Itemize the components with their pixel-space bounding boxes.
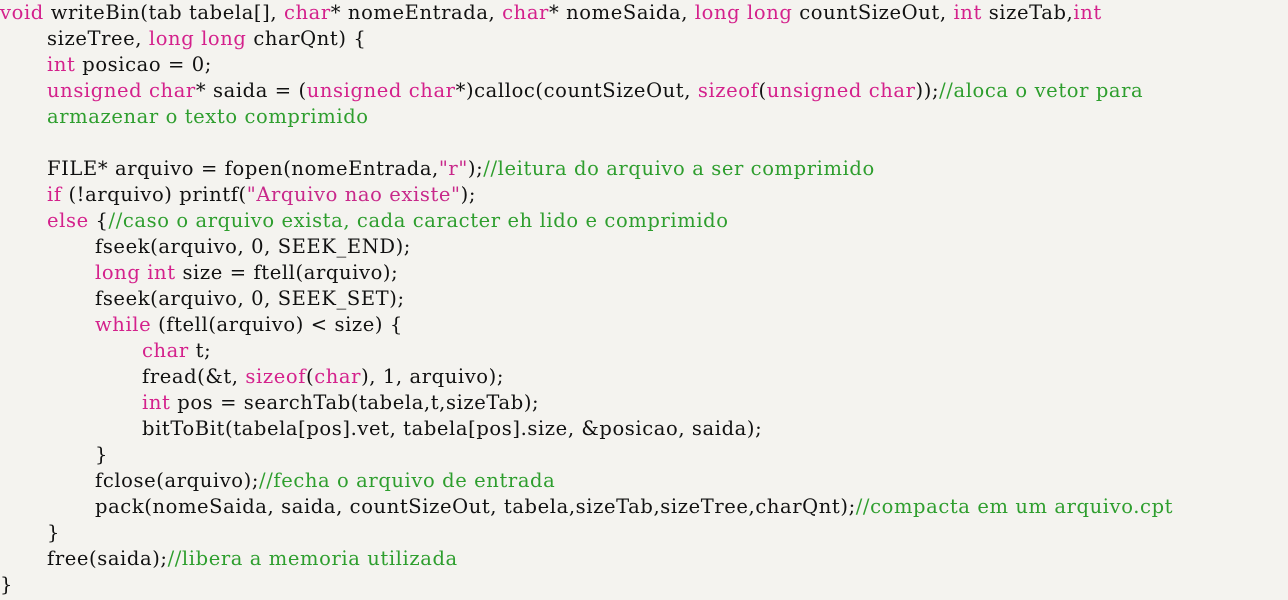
keyword-token: sizeof <box>245 365 307 388</box>
code-line: FILE* arquivo = fopen(nomeEntrada,"r");/… <box>47 156 875 182</box>
keyword-token: char <box>283 1 331 24</box>
keyword-token: int <box>47 53 76 76</box>
code-token: size = ftell(arquivo); <box>175 261 399 284</box>
code-token: countSizeOut, <box>792 1 954 24</box>
code-token: (ftell(arquivo) < size) { <box>151 313 403 336</box>
code-token: posicao = 0; <box>75 53 212 76</box>
code-line: } <box>47 520 60 546</box>
code-line: else {//caso o arquivo exista, cada cara… <box>47 208 729 234</box>
code-line: fseek(arquivo, 0, SEEK_END); <box>95 234 411 260</box>
code-token: *)calloc(countSizeOut, <box>455 79 698 102</box>
code-token: t; <box>188 339 212 362</box>
comment-token: //fecha o arquivo de entrada <box>259 469 556 492</box>
keyword-token: char <box>314 365 362 388</box>
code-token: * nomeSaida, <box>548 1 695 24</box>
code-line: void writeBin(tab tabela[], char* nomeEn… <box>0 0 1102 26</box>
code-token: charQnt) { <box>246 27 367 50</box>
code-line: long int size = ftell(arquivo); <box>95 260 398 286</box>
keyword-token: unsigned char <box>47 79 196 102</box>
code-token: (!arquivo) printf( <box>61 183 247 206</box>
code-token: )); <box>915 79 940 102</box>
code-token: } <box>95 443 109 466</box>
keyword-token: sizeof <box>697 79 759 102</box>
code-line: int posicao = 0; <box>47 52 212 78</box>
keyword-token: unsigned char <box>306 79 456 102</box>
code-token: ), 1, arquivo); <box>361 365 505 388</box>
keyword-token: long int <box>95 261 176 284</box>
keyword-token: if <box>47 183 62 206</box>
code-token: fclose(arquivo); <box>95 469 260 492</box>
keyword-token: else <box>47 209 89 232</box>
code-token: sizeTab, <box>981 1 1074 24</box>
keyword-token: while <box>95 313 152 336</box>
keyword-token: unsigned char <box>766 79 916 102</box>
code-token: pack(nomeSaida, saida, countSizeOut, tab… <box>95 495 856 518</box>
code-token: } <box>0 573 14 596</box>
code-token: fseek(arquivo, 0, SEEK_END); <box>95 235 411 258</box>
code-token: } <box>47 521 61 544</box>
code-token: free(saida); <box>47 547 168 570</box>
code-token: ); <box>467 157 484 180</box>
code-line: char t; <box>142 338 211 364</box>
keyword-token: int <box>1073 1 1102 24</box>
keyword-token: void <box>0 1 44 24</box>
code-token: ( <box>758 79 767 102</box>
comment-token: //leitura do arquivo a ser comprimido <box>483 157 875 180</box>
comment-token: //libera a memoria utilizada <box>167 547 458 570</box>
code-line: int pos = searchTab(tabela,t,sizeTab); <box>142 390 539 416</box>
code-token: pos = searchTab(tabela,t,sizeTab); <box>170 391 540 414</box>
code-token: fread(&t, <box>142 365 246 388</box>
code-line: fseek(arquivo, 0, SEEK_SET); <box>95 286 405 312</box>
code-line: fread(&t, sizeof(char), 1, arquivo); <box>142 364 504 390</box>
code-token: { <box>88 209 109 232</box>
keyword-token: char <box>502 1 549 24</box>
string-token: "Arquivo nao existe" <box>246 183 461 206</box>
keyword-token: int <box>142 391 171 414</box>
keyword-token: long long <box>148 27 247 50</box>
code-token: ); <box>460 183 476 206</box>
code-token: sizeTree, <box>47 27 149 50</box>
code-line: fclose(arquivo);//fecha o arquivo de ent… <box>95 468 555 494</box>
code-line: } <box>0 572 13 598</box>
code-token: bitToBit(tabela[pos].vet, tabela[pos].si… <box>142 417 763 440</box>
code-token: * saida = ( <box>195 79 307 102</box>
code-line: if (!arquivo) printf("Arquivo nao existe… <box>47 182 476 208</box>
keyword-token: long long <box>694 1 793 24</box>
string-token: "r" <box>438 157 468 180</box>
comment-token: armazenar o texto comprimido <box>47 105 369 128</box>
code-token: fseek(arquivo, 0, SEEK_SET); <box>95 287 405 310</box>
code-line: sizeTree, long long charQnt) { <box>47 26 366 52</box>
code-token: * nomeEntrada, <box>330 1 503 24</box>
code-listing: void writeBin(tab tabela[], char* nomeEn… <box>0 0 1288 600</box>
code-line: free(saida);//libera a memoria utilizada <box>47 546 458 572</box>
comment-token: //compacta em um arquivo.cpt <box>855 495 1174 518</box>
code-line: while (ftell(arquivo) < size) { <box>95 312 403 338</box>
code-token: ( <box>306 365 315 388</box>
comment-token: //aloca o vetor para <box>939 79 1144 102</box>
code-token: writeBin(tab tabela[], <box>43 1 284 24</box>
code-line: pack(nomeSaida, saida, countSizeOut, tab… <box>95 494 1173 520</box>
code-line: unsigned char* saida = (unsigned char*)c… <box>47 78 1143 104</box>
code-line: } <box>95 442 108 468</box>
code-token: FILE* arquivo = fopen(nomeEntrada, <box>47 157 439 180</box>
code-line: armazenar o texto comprimido <box>47 104 369 130</box>
keyword-token: int <box>953 1 982 24</box>
keyword-token: char <box>142 339 189 362</box>
code-line: bitToBit(tabela[pos].vet, tabela[pos].si… <box>142 416 762 442</box>
comment-token: //caso o arquivo exista, cada caracter e… <box>108 209 729 232</box>
